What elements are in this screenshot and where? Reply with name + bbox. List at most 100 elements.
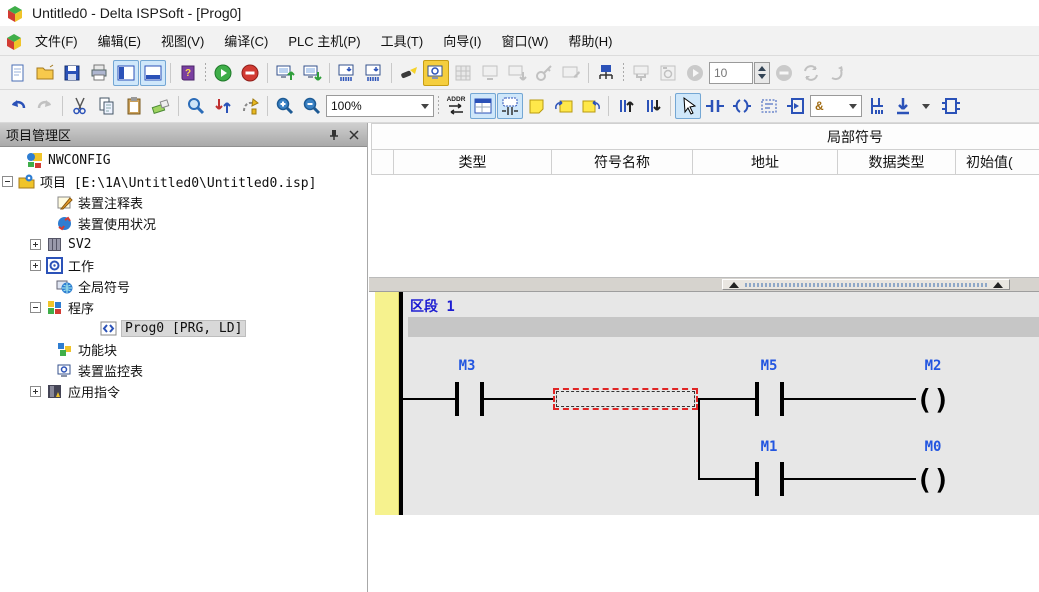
contact-label[interactable]: M3	[437, 358, 497, 376]
comment-out-button[interactable]	[578, 93, 604, 119]
selection-box[interactable]	[553, 388, 698, 410]
network-config-button[interactable]	[593, 60, 619, 86]
menu-tools[interactable]: 工具(T)	[372, 27, 433, 54]
tree-item-device-usage[interactable]: 装置使用状况	[0, 213, 367, 233]
contact-left-bar[interactable]	[755, 382, 759, 416]
splitter-collapse-bar[interactable]	[722, 279, 1010, 290]
cut-button[interactable]	[67, 93, 93, 119]
tree-item-tasks[interactable]: 工作	[0, 255, 367, 275]
expand-expander-icon[interactable]	[30, 386, 41, 397]
pane-splitter[interactable]	[369, 277, 1039, 292]
erase-button[interactable]	[148, 93, 174, 119]
menu-help[interactable]: 帮助(H)	[559, 27, 621, 54]
column-address[interactable]: 地址	[693, 150, 838, 174]
simulator-start-button[interactable]	[210, 60, 236, 86]
column-symbol-name[interactable]: 符号名称	[552, 150, 693, 174]
inhibit-network-button[interactable]	[640, 93, 666, 119]
menu-window[interactable]: 窗口(W)	[492, 27, 557, 54]
contact-left-bar[interactable]	[455, 382, 459, 416]
replace-button[interactable]	[210, 93, 236, 119]
zoom-level-combobox[interactable]: 100%	[326, 95, 434, 117]
open-button[interactable]	[32, 60, 58, 86]
edit-value-button[interactable]	[558, 60, 584, 86]
online-mode-button[interactable]	[423, 60, 449, 86]
coil-label[interactable]: M2	[903, 358, 963, 376]
close-icon[interactable]	[347, 128, 361, 142]
tree-item-programs[interactable]: 程序	[0, 297, 367, 317]
network-comment-band[interactable]	[408, 317, 1039, 337]
password-button[interactable]	[531, 60, 557, 86]
insert-contact-button[interactable]	[702, 93, 728, 119]
view-output-panel-button[interactable]	[140, 60, 166, 86]
menu-edit[interactable]: 编辑(E)	[89, 27, 150, 54]
new-button[interactable]	[5, 60, 31, 86]
print-button[interactable]	[86, 60, 112, 86]
zoom-out-button[interactable]	[299, 93, 325, 119]
ladder-editor[interactable]: 区段 1 M3 M5 () M2 M1 () M0	[375, 292, 1039, 515]
expand-expander-icon[interactable]	[30, 239, 41, 250]
symbol-table-view-button[interactable]	[470, 93, 496, 119]
transfer-out-button[interactable]	[334, 60, 360, 86]
paste-button[interactable]	[121, 93, 147, 119]
undo-button[interactable]	[5, 93, 31, 119]
download-to-plc-button[interactable]	[299, 60, 325, 86]
menu-view[interactable]: 视图(V)	[152, 27, 213, 54]
column-initial-value[interactable]: 初始值(	[956, 150, 1039, 174]
activate-network-button[interactable]	[613, 93, 639, 119]
run-step-button[interactable]	[682, 60, 708, 86]
stop-cycle-button[interactable]	[771, 60, 797, 86]
tree-item-device-comment[interactable]: 装置注释表	[0, 192, 367, 212]
expand-expander-icon[interactable]	[30, 260, 41, 271]
cycle-count-spinner[interactable]	[754, 62, 770, 84]
insert-function-block-button[interactable]	[938, 93, 964, 119]
menu-wizard[interactable]: 向导(I)	[434, 27, 490, 54]
instruction-combobox[interactable]: &	[810, 95, 862, 117]
collapse-expander-icon[interactable]	[2, 176, 13, 187]
comment-note-button[interactable]	[524, 93, 550, 119]
address-display-button[interactable]: ADDR	[443, 93, 469, 119]
upload-from-plc-button[interactable]	[272, 60, 298, 86]
insert-vertical-line-button[interactable]	[890, 93, 916, 119]
jump-button[interactable]	[825, 60, 851, 86]
coil-label[interactable]: M0	[903, 439, 963, 457]
cycle-count-input[interactable]	[709, 62, 753, 84]
tree-item-global-symbols[interactable]: 全局符号	[0, 276, 367, 296]
contact-label[interactable]: M1	[739, 439, 799, 457]
coil[interactable]: ()	[916, 461, 950, 497]
insert-coil-button[interactable]	[729, 93, 755, 119]
help-button[interactable]: ?	[175, 60, 201, 86]
goto-button[interactable]	[237, 93, 263, 119]
zoom-in-button[interactable]	[272, 93, 298, 119]
menu-file[interactable]: 文件(F)	[26, 27, 87, 54]
set-plc-button[interactable]	[628, 60, 654, 86]
monitor-pause-button[interactable]	[477, 60, 503, 86]
line-option-dropdown[interactable]	[917, 95, 937, 117]
view-project-panel-button[interactable]	[113, 60, 139, 86]
simulator-stop-button[interactable]	[237, 60, 263, 86]
column-data-type[interactable]: 数据类型	[838, 150, 956, 174]
network-margin[interactable]	[375, 292, 399, 515]
device-table-button[interactable]	[450, 60, 476, 86]
insert-instruction-button[interactable]	[756, 93, 782, 119]
tree-item-nwconfig[interactable]: NWCONFIG	[0, 150, 367, 170]
contact-label[interactable]: M5	[739, 358, 799, 376]
tree-item-instructions[interactable]: 应用指令	[0, 381, 367, 401]
redo-button[interactable]	[32, 93, 58, 119]
select-tool-button[interactable]	[675, 93, 701, 119]
tree-item-function-blocks[interactable]: 功能块	[0, 339, 367, 359]
comment-view-button[interactable]	[497, 93, 523, 119]
menu-compile[interactable]: 编译(C)	[215, 27, 277, 54]
refresh-button[interactable]	[798, 60, 824, 86]
contact-left-bar[interactable]	[755, 462, 759, 496]
copy-button[interactable]	[94, 93, 120, 119]
column-type[interactable]: 类型	[394, 150, 552, 174]
coil[interactable]: ()	[916, 381, 950, 417]
insert-fb-call-button[interactable]	[783, 93, 809, 119]
tree-item-project[interactable]: 项目 [E:\1A\Untitled0\Untitled0.isp]	[0, 171, 367, 191]
save-button[interactable]	[59, 60, 85, 86]
pin-icon[interactable]	[327, 128, 341, 142]
tree-item-plc-type[interactable]: SV2	[0, 234, 367, 254]
network-label[interactable]: 区段 1	[410, 296, 455, 316]
menu-plc[interactable]: PLC 主机(P)	[279, 27, 369, 54]
comment-in-button[interactable]	[551, 93, 577, 119]
